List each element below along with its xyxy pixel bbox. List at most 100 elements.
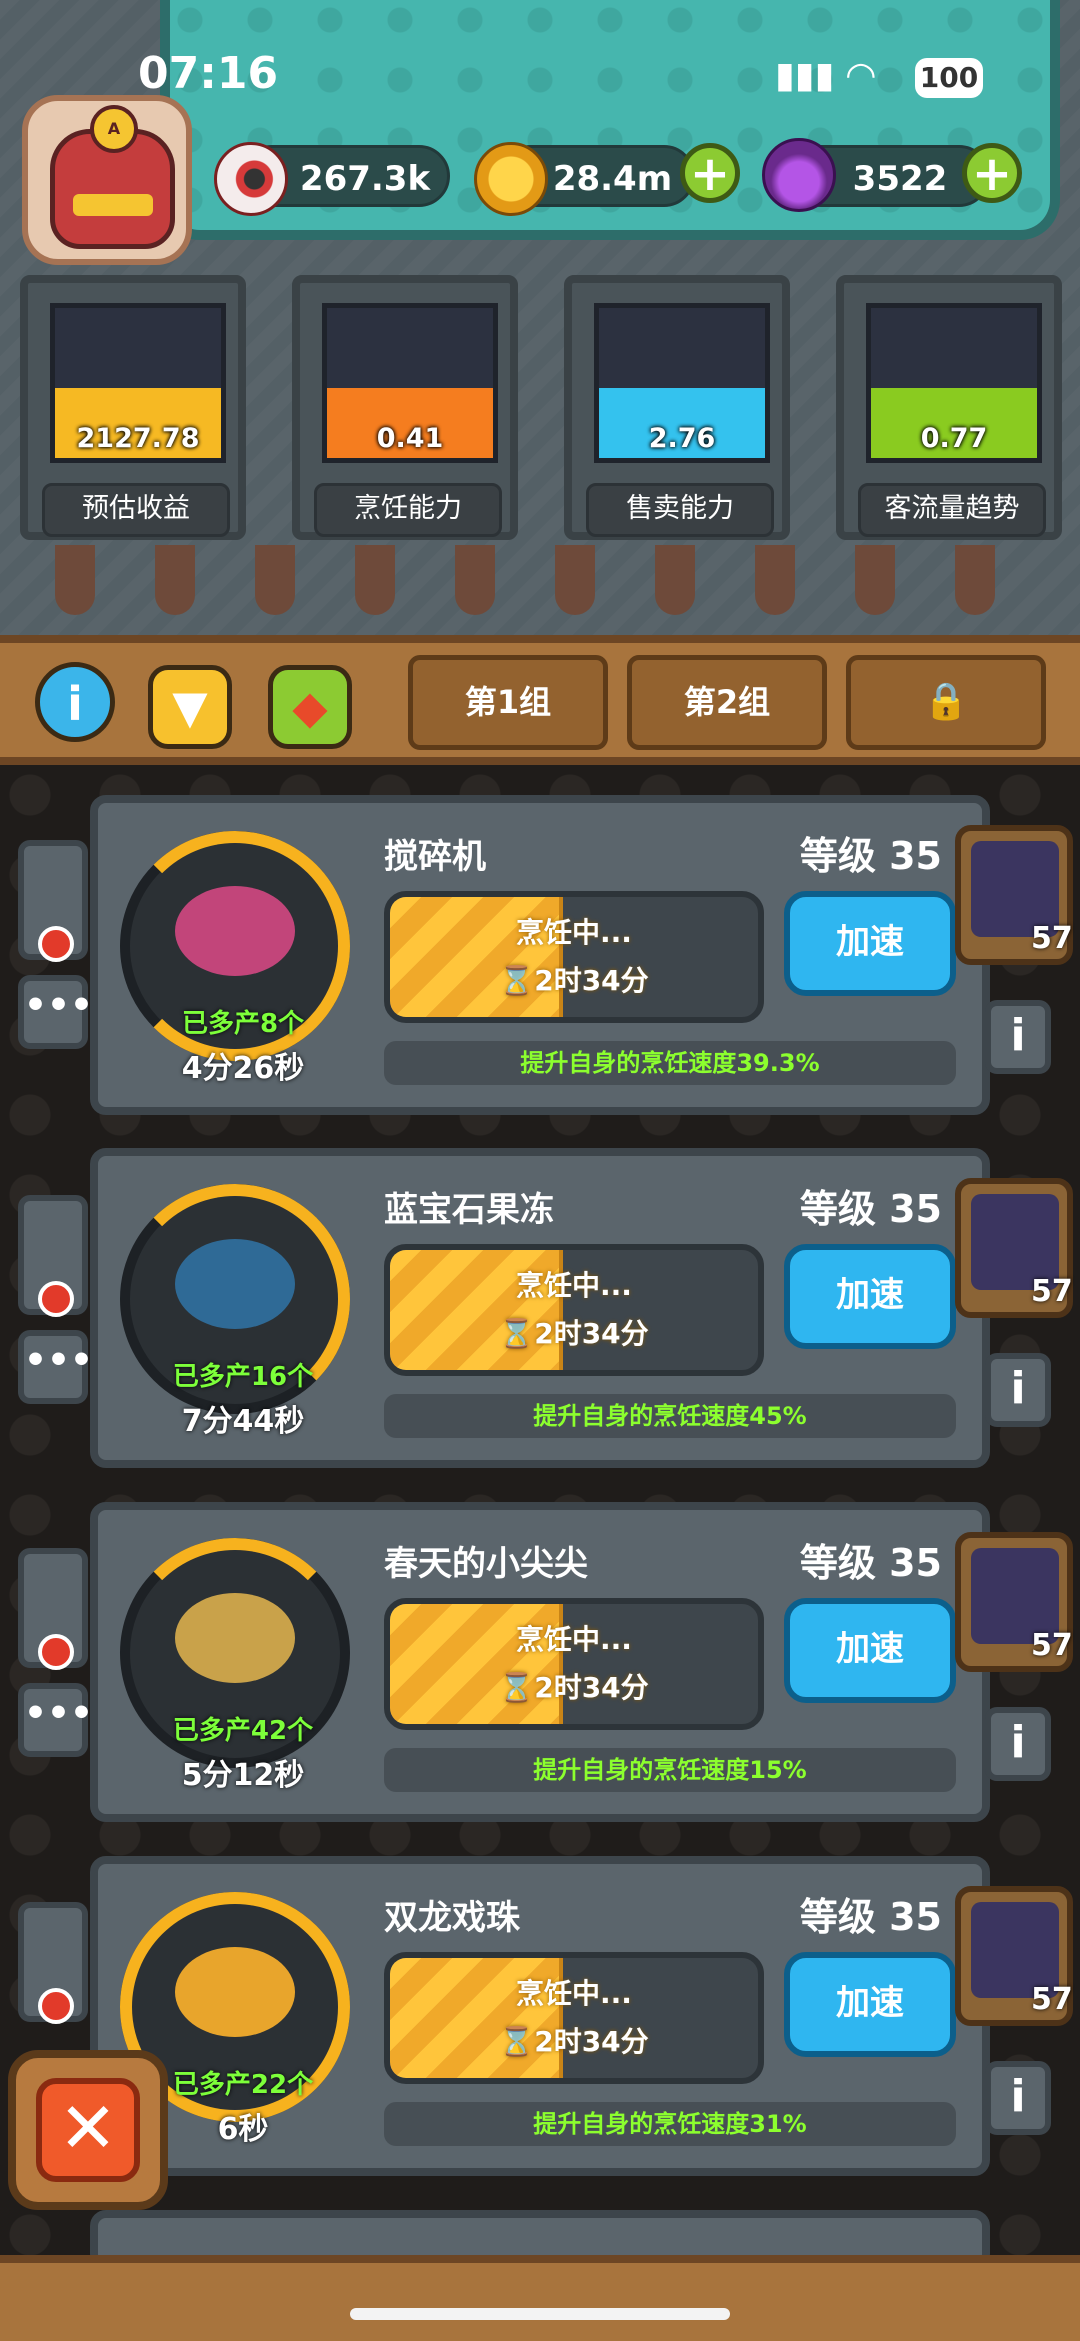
stat-tank-selling: 2.76 售卖能力 — [564, 275, 790, 540]
tab-group-locked[interactable]: 🔒 — [846, 655, 1046, 750]
remaining-time: ⌛2时34分 — [499, 2025, 649, 2058]
ban-icon — [38, 1281, 74, 1317]
cycle-timer: 5分12秒 — [181, 1758, 305, 1793]
ingredient-pack-button[interactable]: 57 — [955, 1532, 1073, 1672]
cooking-progress: 烹饪中... ⌛2时34分 — [384, 1598, 764, 1730]
cooking-status: 烹饪中... — [516, 916, 632, 949]
potion-value: 3522 — [852, 159, 948, 199]
stat-label: 售卖能力 — [586, 483, 774, 537]
pack-count: 57 — [1031, 921, 1073, 956]
cooking-status: 烹饪中... — [516, 1269, 632, 1302]
bonus-text: 提升自身的烹饪速度15% — [384, 1748, 956, 1792]
close-button[interactable]: ✕ — [8, 2050, 168, 2210]
disable-toggle[interactable] — [18, 840, 88, 962]
recipe-name: 双龙戏珠 — [384, 1898, 520, 1938]
ban-icon — [38, 926, 74, 962]
card-side-left: ••• — [18, 800, 93, 1100]
ingredient-pack-button[interactable]: 57 — [955, 1178, 1073, 1318]
tank-glass: 2.76 — [594, 303, 770, 463]
rank-badge-icon: A — [90, 105, 138, 153]
remaining-time: ⌛2时34分 — [499, 1317, 649, 1350]
recipe-level: 等级 35 — [799, 834, 942, 878]
speed-up-button[interactable]: 加速 — [784, 891, 956, 996]
stat-label: 烹饪能力 — [314, 483, 502, 537]
pack-count: 57 — [1031, 1274, 1073, 1309]
stat-tank-cooking: 0.41 烹饪能力 — [292, 275, 518, 540]
speed-up-button[interactable]: 加速 — [784, 1952, 956, 2057]
recipe-info-button[interactable]: i — [985, 1707, 1051, 1781]
shirt-icon[interactable]: ▼ — [148, 665, 232, 749]
extra-produced: 已多产8个 — [181, 1009, 305, 1039]
bonus-text: 提升自身的烹饪速度39.3% — [384, 1041, 956, 1085]
stat-label: 客流量趋势 — [858, 483, 1046, 537]
signal-wifi-icon: ▮▮▮ ◠ — [775, 55, 875, 96]
cycle-timer: 4分26秒 — [181, 1051, 305, 1086]
ingredient-pack-button[interactable]: 57 — [955, 1886, 1073, 2026]
stat-tank-income: 2127.78 预估收益 — [20, 275, 246, 540]
disable-toggle[interactable] — [18, 1548, 88, 1670]
cooking-progress: 烹饪中... ⌛2时34分 — [384, 1952, 764, 2084]
bottom-bar — [0, 2255, 1080, 2341]
recipe-info-button[interactable]: i — [985, 1000, 1051, 1074]
dish-icon — [175, 1593, 295, 1683]
disable-toggle[interactable] — [18, 1195, 88, 1317]
dish-icon — [175, 886, 295, 976]
extra-produced: 已多产42个 — [172, 1716, 314, 1746]
ban-icon — [38, 1634, 74, 1670]
recipe-name: 春天的小尖尖 — [384, 1544, 588, 1584]
recipe-name: 蓝宝石果冻 — [384, 1190, 554, 1230]
ban-icon — [38, 1988, 74, 2024]
dish-icon — [175, 1947, 295, 2037]
potion-icon — [762, 138, 836, 212]
player-avatar[interactable]: A — [22, 95, 192, 265]
pack-count: 57 — [1031, 1628, 1073, 1663]
pipes-decoration — [55, 545, 1055, 615]
disable-toggle[interactable] — [18, 1902, 88, 2024]
coin-icon — [474, 142, 548, 216]
cooking-progress: 烹饪中... ⌛2时34分 — [384, 891, 764, 1023]
bonus-text: 提升自身的烹饪速度31% — [384, 2102, 956, 2146]
pill-icon[interactable]: ◆ — [268, 665, 352, 749]
recipe-level: 等级 35 — [799, 1895, 942, 1939]
tab-group-2[interactable]: 第2组 — [627, 655, 827, 750]
add-potion-button[interactable]: + — [962, 143, 1022, 203]
battery-icon: 100 — [915, 58, 983, 98]
status-time: 07:16 — [138, 48, 279, 99]
eyeball-icon — [214, 142, 288, 216]
info-icon[interactable]: i — [35, 662, 115, 742]
extra-produced: 已多产16个 — [172, 1362, 314, 1392]
tank-glass: 0.77 — [866, 303, 1042, 463]
close-icon: ✕ — [36, 2078, 140, 2182]
card-side-left: ••• — [18, 1508, 93, 1808]
remaining-time: ⌛2时34分 — [499, 1671, 649, 1704]
stat-value: 0.77 — [920, 423, 988, 454]
speed-up-button[interactable]: 加速 — [784, 1598, 956, 1703]
cooking-status: 烹饪中... — [516, 1977, 632, 2010]
avatar-teeth — [73, 194, 153, 216]
pack-count: 57 — [1031, 1982, 1073, 2017]
stat-label: 预估收益 — [42, 483, 230, 537]
recipe-info-button[interactable]: i — [985, 2061, 1051, 2135]
more-button[interactable]: ••• — [18, 1330, 93, 1404]
stat-value: 0.41 — [376, 423, 444, 454]
dish-icon — [175, 1239, 295, 1329]
add-coins-button[interactable]: + — [680, 143, 740, 203]
recipe-card: 已多产42个 5分12秒 春天的小尖尖 等级 35 烹饪中... ⌛2时34分 … — [90, 1502, 990, 1822]
remaining-time: ⌛2时34分 — [499, 964, 649, 997]
recipe-info-button[interactable]: i — [985, 1353, 1051, 1427]
recipe-card: 已多产8个 4分26秒 搅碎机 等级 35 烹饪中... ⌛2时34分 加速 提… — [90, 795, 990, 1115]
recipe-level: 等级 35 — [799, 1541, 942, 1585]
tab-group-1[interactable]: 第1组 — [408, 655, 608, 750]
recipe-card: 已多产16个 7分44秒 蓝宝石果冻 等级 35 烹饪中... ⌛2时34分 加… — [90, 1148, 990, 1468]
ingredient-pack-button[interactable]: 57 — [955, 825, 1073, 965]
tank-glass: 0.41 — [322, 303, 498, 463]
more-button[interactable]: ••• — [18, 1683, 93, 1757]
recipe-level: 等级 35 — [799, 1187, 942, 1231]
recipe-name: 搅碎机 — [384, 837, 486, 877]
speed-up-button[interactable]: 加速 — [784, 1244, 956, 1349]
home-indicator[interactable] — [350, 2308, 730, 2320]
stat-value: 2.76 — [648, 423, 716, 454]
tank-glass: 2127.78 — [50, 303, 226, 463]
more-button[interactable]: ••• — [18, 975, 93, 1049]
card-side-left: ••• — [18, 1155, 93, 1455]
